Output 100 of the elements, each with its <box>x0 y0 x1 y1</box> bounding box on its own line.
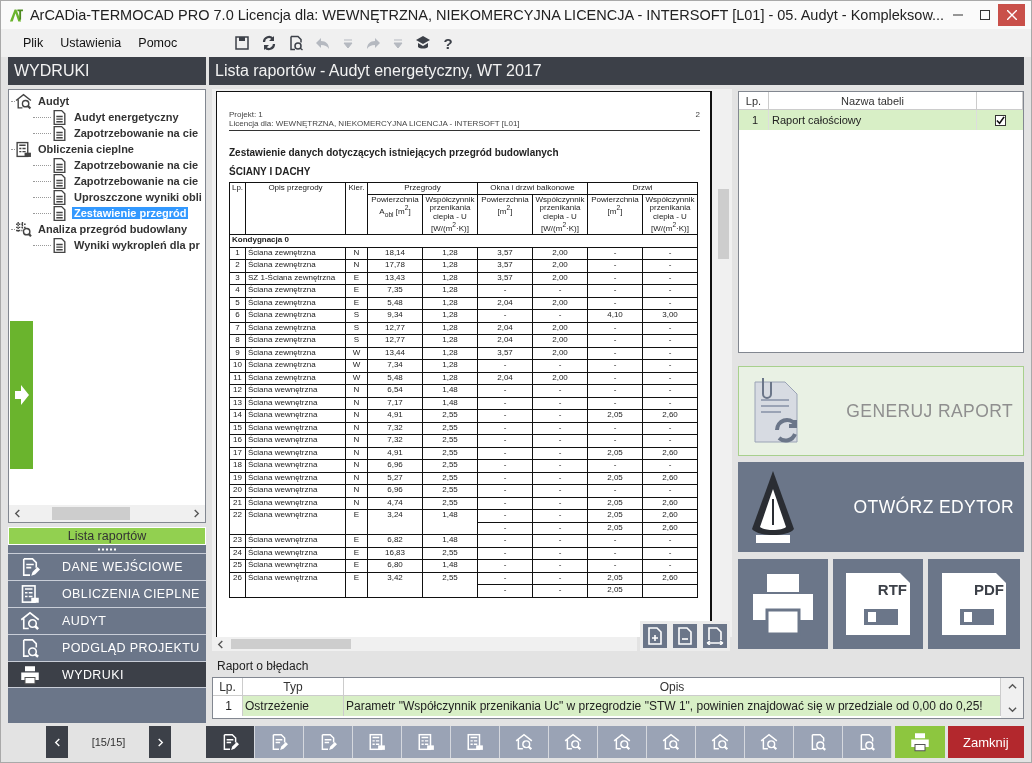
next-button[interactable] <box>149 726 171 758</box>
table-cell: Ściana zewnętrzna <box>245 359 346 373</box>
table-cell: 2,60 <box>642 409 698 423</box>
zoom-in-button[interactable] <box>643 624 667 648</box>
table-cell: - <box>587 334 643 348</box>
table-cell: 3,57 <box>477 272 533 285</box>
table-cell: 10 <box>229 359 246 373</box>
nav-button[interactable]: WYDRUKI <box>8 661 206 688</box>
table-cell: - <box>532 459 588 473</box>
close-icon <box>1006 10 1017 20</box>
table-cell[interactable]: Raport całościowy <box>769 110 977 130</box>
table-cell: 2,55 <box>422 547 478 560</box>
vertical-scrollbar[interactable] <box>715 89 732 637</box>
tree-item[interactable]: Zapotrzebowanie na cie <box>72 175 201 187</box>
menu-item[interactable]: Plik <box>23 36 44 50</box>
table-cell: - <box>477 409 533 423</box>
table-cell: 6,54 <box>367 384 423 398</box>
tree-item[interactable]: Audyt <box>36 95 72 107</box>
tree-item[interactable]: Analiza przegród budowlany <box>36 223 190 235</box>
table-cell: - <box>532 309 588 323</box>
table-cell: S <box>345 334 368 348</box>
open-editor-button[interactable]: OTWÓRZ EDYTOR <box>738 462 1024 552</box>
close-button[interactable]: Zamknij <box>947 726 1024 758</box>
tree-item[interactable]: Wyniki wykropleń dla pr <box>72 239 202 251</box>
panel-tab[interactable]: Lista raportów <box>8 527 206 545</box>
print-button[interactable] <box>738 559 828 649</box>
table-cell: - <box>587 297 643 310</box>
table-cell: E <box>345 559 368 573</box>
toolbar-button[interactable] <box>288 33 305 53</box>
table-cell: 1,48 <box>422 397 478 410</box>
table-cell: Ściana wewnętrzna <box>245 447 346 460</box>
table-cell: Ściana zewnętrzna <box>245 347 346 360</box>
horizontal-scrollbar[interactable] <box>212 637 637 651</box>
toolbar-button[interactable]: ? <box>442 33 455 53</box>
table-cell: - <box>477 559 533 573</box>
house-search-icon <box>710 733 729 751</box>
table-cell: 1,28 <box>422 272 478 285</box>
export-button[interactable]: RTF <box>833 559 923 649</box>
table-cell: 2,05 <box>587 472 643 485</box>
document-icon <box>51 236 68 254</box>
menu-item[interactable]: Pomoc <box>138 36 178 50</box>
table-cell: Ostrzeżenie <box>243 696 344 716</box>
table-cell: N <box>345 459 368 473</box>
table-cell: N <box>345 484 368 498</box>
table-cell: - <box>477 497 533 510</box>
redo-icon <box>365 35 382 51</box>
document-search-icon <box>20 638 40 658</box>
license-label: Licencja dla: WEWNĘTRZNA, NIEKOMERCYJNA LICENCJA - INTERSOFT [L01] <box>229 119 520 128</box>
house-search-icon <box>563 733 582 751</box>
table-cell: - <box>642 322 698 335</box>
horizontal-scrollbar[interactable] <box>9 505 205 522</box>
table-cell: 4,74 <box>367 497 423 510</box>
table-cell: Ściana zewnętrzna <box>245 284 346 298</box>
panel-toggle-handle[interactable] <box>10 321 33 469</box>
previous-button[interactable] <box>46 726 68 758</box>
close-button[interactable] <box>998 4 1025 26</box>
table-cell: 3,42 <box>367 572 423 598</box>
column-header: Powierzchnia [m$^{2}$] <box>477 194 533 235</box>
column-header: Opis przegrody <box>245 182 346 235</box>
menu-item[interactable]: Ustawienia <box>60 36 122 50</box>
table-cell: - <box>477 284 533 298</box>
table-cell: W <box>345 347 368 360</box>
table-cell: 2,00 <box>532 347 588 360</box>
table-cell: 16,83 <box>367 547 423 560</box>
fit-width-button[interactable] <box>703 624 727 648</box>
table-cell: - <box>587 359 643 373</box>
toolbar-button[interactable] <box>205 726 255 758</box>
document-search-icon <box>288 35 305 51</box>
vertical-scrollbar[interactable] <box>1001 678 1023 718</box>
tree-item[interactable]: Obliczenia cieplne <box>36 143 136 155</box>
zoom-out-button[interactable] <box>673 624 697 648</box>
tree-item[interactable]: Audyt energetyczny <box>72 111 181 123</box>
table-cell: - <box>477 384 533 398</box>
tree-item[interactable]: Zapotrzebowanie na cie <box>72 127 201 139</box>
toolbar-button[interactable] <box>261 33 278 53</box>
table-cell: - <box>532 447 588 460</box>
tree-item[interactable]: Uproszczone wyniki obli <box>72 191 204 203</box>
export-button[interactable]: PDF <box>928 559 1020 649</box>
checkbox[interactable] <box>994 114 1006 126</box>
table-cell: 3,00 <box>642 309 698 323</box>
table-cell: - <box>532 547 588 560</box>
table-cell: 12,77 <box>367 322 423 335</box>
table-cell: 2,00 <box>532 272 588 285</box>
print-button[interactable] <box>894 726 945 758</box>
table-cell: - <box>532 472 588 485</box>
table-cell: 2,00 <box>532 322 588 335</box>
table-cell: N <box>345 409 368 423</box>
toolbar-button[interactable] <box>234 33 251 53</box>
table-cell: 1,28 <box>422 322 478 335</box>
table-cell: - <box>477 422 533 435</box>
table-cell: 2,55 <box>422 472 478 485</box>
document-icon <box>51 108 68 126</box>
table-cell: 2,55 <box>422 422 478 435</box>
table-cell: Ściana wewnętrzna <box>245 534 346 548</box>
table-cell: - <box>587 247 643 260</box>
tree-item[interactable]: Zapotrzebowanie na cie <box>72 159 201 171</box>
table-cell: 2,04 <box>477 297 533 310</box>
nav-button[interactable]: PODGLĄD PROJEKTU <box>8 634 206 661</box>
table-cell: 15 <box>229 422 246 435</box>
table-cell: - <box>477 522 533 535</box>
